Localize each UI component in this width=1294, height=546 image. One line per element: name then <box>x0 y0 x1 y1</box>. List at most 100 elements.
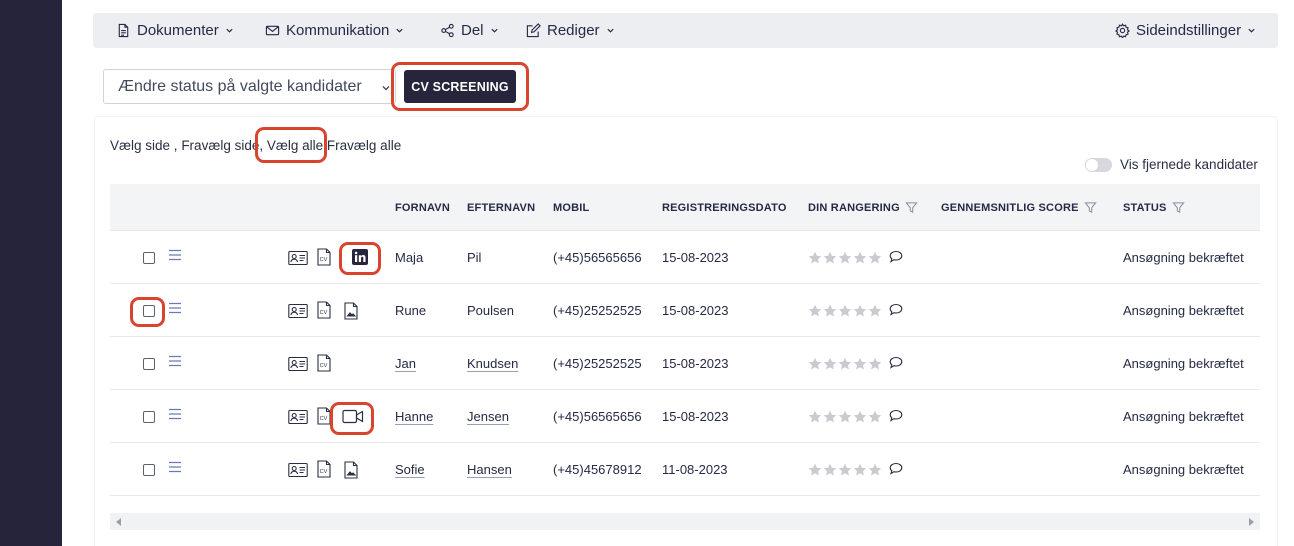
image-file-icon[interactable] <box>344 461 358 484</box>
last-name-cell[interactable]: Hansen <box>467 443 512 496</box>
rating-cell <box>808 443 903 496</box>
cv-file-icon[interactable]: CV <box>317 301 331 324</box>
row-select <box>143 443 155 496</box>
mobile-cell: (+45)45678912 <box>553 462 642 477</box>
page-settings-label: Sideindstillinger <box>1136 22 1242 39</box>
cv-file-icon[interactable]: CV <box>317 354 331 377</box>
last-name-cell[interactable]: Knudsen <box>467 337 518 390</box>
comment-icon[interactable] <box>882 356 903 372</box>
row-select <box>143 284 155 337</box>
reg-date-cell: 15-08-2023 <box>662 409 729 424</box>
cv-file-icon[interactable]: CV <box>317 460 331 483</box>
row-menu-icon[interactable] <box>168 387 182 440</box>
horizontal-scrollbar[interactable] <box>110 513 1260 530</box>
deselect-all-link[interactable]: Fravælg alle <box>327 138 401 153</box>
filter-icon[interactable] <box>1083 201 1097 214</box>
linkedin-icon[interactable] <box>352 249 368 270</box>
row-select <box>143 231 155 284</box>
image-file-icon[interactable] <box>344 302 358 325</box>
row-checkbox[interactable] <box>143 304 155 317</box>
separator: , <box>259 138 264 153</box>
edit-menu[interactable]: Rediger <box>526 13 615 48</box>
status-cell: Ansøgning bekræftet <box>1123 462 1244 477</box>
chevron-down-icon <box>226 28 233 33</box>
row-select <box>143 390 155 443</box>
comment-icon[interactable] <box>882 303 903 319</box>
app-sidebar <box>0 0 62 546</box>
reg-date-cell: 15-08-2023 <box>662 356 729 371</box>
mobile-cell: (+45)25252525 <box>553 356 642 371</box>
video-icon[interactable] <box>342 409 364 429</box>
edit-label: Rediger <box>547 22 600 39</box>
gear-icon <box>1115 23 1130 38</box>
contact-card-icon[interactable] <box>288 462 308 483</box>
filter-icon[interactable] <box>905 201 918 214</box>
header-mobile[interactable]: MOBIL <box>553 184 589 231</box>
cv-file-icon[interactable]: CV <box>317 407 331 430</box>
first-name-cell[interactable]: Jan <box>395 337 416 390</box>
header-avg-score[interactable]: GENNEMSNITLIG SCORE <box>941 184 1097 231</box>
documents-menu[interactable]: Dokumenter <box>116 13 234 48</box>
contact-card-icon[interactable] <box>288 356 308 377</box>
header-status[interactable]: STATUS <box>1123 184 1185 231</box>
cv-screening-button[interactable]: CV SCREENING <box>404 70 516 103</box>
status-cell: Ansøgning bekræftet <box>1123 303 1244 318</box>
status-select[interactable]: Ændre status på valgte kandidater <box>103 69 396 104</box>
last-name-cell[interactable]: Jensen <box>467 390 509 443</box>
show-removed-label: Vis fjernede kandidater <box>1120 157 1258 172</box>
scroll-right-arrow[interactable] <box>1249 518 1254 526</box>
star-rating[interactable] <box>808 304 882 318</box>
status-select-value: Ændre status på valgte kandidater <box>118 77 362 95</box>
select-all-link[interactable]: Vælg alle <box>267 138 323 153</box>
star-rating[interactable] <box>808 410 882 424</box>
toggle-knob <box>1086 158 1098 171</box>
rating-cell <box>808 337 903 390</box>
share-label: Del <box>461 22 484 39</box>
comment-icon[interactable] <box>882 409 903 425</box>
share-menu[interactable]: Del <box>440 13 499 48</box>
comment-icon[interactable] <box>882 250 903 266</box>
cv-file-icon[interactable]: CV <box>317 248 331 271</box>
contact-card-icon[interactable] <box>288 303 308 324</box>
document-icon <box>118 23 129 38</box>
row-menu-icon[interactable] <box>168 228 182 281</box>
selection-links: Vælg side , Fravælg side, Vælg alle,Frav… <box>110 138 401 153</box>
comment-icon[interactable] <box>882 462 903 478</box>
scroll-left-arrow[interactable] <box>116 518 121 526</box>
first-name-cell[interactable]: Hanne <box>395 390 433 443</box>
first-name-cell[interactable]: Sofie <box>395 443 425 496</box>
header-your-rating[interactable]: DIN RANGERING <box>808 184 918 231</box>
contact-card-icon[interactable] <box>288 409 308 430</box>
chevron-down-icon <box>382 86 390 91</box>
show-removed-toggle[interactable] <box>1085 157 1112 172</box>
contact-card-icon[interactable] <box>288 250 308 271</box>
filter-icon[interactable] <box>1171 201 1185 214</box>
star-rating[interactable] <box>808 463 882 477</box>
row-select <box>143 337 155 390</box>
row-checkbox[interactable] <box>143 251 155 264</box>
header-first-name[interactable]: FORNAVN <box>395 184 450 231</box>
rating-cell <box>808 284 903 337</box>
communication-menu[interactable]: Kommunikation <box>265 13 404 48</box>
star-rating[interactable] <box>808 251 882 265</box>
reg-date-cell: 15-08-2023 <box>662 303 729 318</box>
row-checkbox[interactable] <box>143 463 155 476</box>
row-menu-icon[interactable] <box>168 334 182 387</box>
row-menu-icon[interactable] <box>168 440 182 493</box>
communication-label: Kommunikation <box>286 22 390 39</box>
table-row: CV Jan Knudsen (+45)25252525 15-08-2023 … <box>110 337 1260 390</box>
select-page-link[interactable]: Vælg side , <box>110 138 178 153</box>
row-checkbox[interactable] <box>143 357 155 370</box>
table-header: FORNAVN EFTERNAVN MOBIL REGISTRERINGSDAT… <box>110 184 1260 231</box>
row-checkbox[interactable] <box>143 410 155 423</box>
star-rating[interactable] <box>808 357 882 371</box>
header-last-name[interactable]: EFTERNAVN <box>467 184 535 231</box>
chevron-down-icon <box>490 28 498 33</box>
row-menu-icon[interactable] <box>168 281 182 334</box>
deselect-page-link[interactable]: Fravælg side <box>181 138 259 153</box>
mobile-cell: (+45)56565656 <box>553 250 642 265</box>
table-row: CV Maja Pil (+45)56565656 15-08-2023 Ans… <box>110 231 1260 284</box>
page-settings-menu[interactable]: Sideindstillinger <box>1115 13 1256 48</box>
header-reg-date[interactable]: REGISTRERINGSDATO <box>662 184 787 231</box>
edit-icon <box>526 23 541 38</box>
